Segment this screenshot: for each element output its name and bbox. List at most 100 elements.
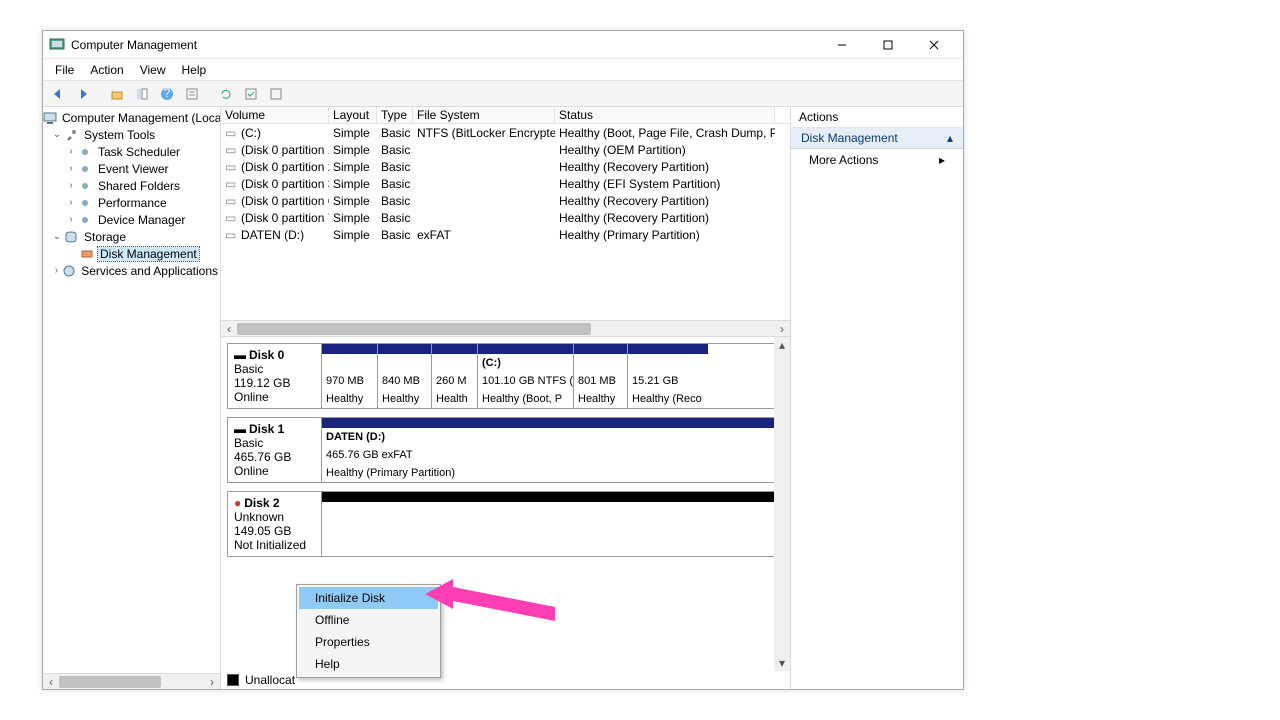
tree-services[interactable]: › Services and Applications <box>43 262 220 279</box>
menu-help[interactable]: Help <box>174 61 215 79</box>
scroll-track[interactable] <box>59 674 204 690</box>
volume-icon: ▭ <box>225 143 239 157</box>
volume-icon: ▭ <box>225 126 239 140</box>
partition[interactable]: 260 MHealth <box>432 344 478 408</box>
volume-type: Basic <box>377 160 413 174</box>
disk-1-info[interactable]: ▬Disk 1 Basic 465.76 GB Online <box>228 418 322 482</box>
scroll-right-icon[interactable]: › <box>204 674 220 690</box>
actions-more-actions[interactable]: More Actions ▸ <box>791 149 963 171</box>
tree-system-tools[interactable]: ⌄ System Tools <box>43 126 220 143</box>
toolbar-btn-a[interactable] <box>240 83 262 105</box>
refresh-button[interactable] <box>215 83 237 105</box>
tree-label: Shared Folders <box>96 179 182 193</box>
toolbar-btn-b[interactable] <box>265 83 287 105</box>
partition[interactable]: (C:)101.10 GB NTFS (Healthy (Boot, P <box>478 344 574 408</box>
scroll-right-icon[interactable]: › <box>774 321 790 337</box>
maximize-button[interactable] <box>865 31 911 59</box>
expand-icon[interactable]: › <box>65 146 77 157</box>
volume-row[interactable]: ▭(Disk 0 partition 2)SimpleBasicHealthy … <box>221 158 790 175</box>
col-type[interactable]: Type <box>377 107 413 123</box>
partition[interactable]: 840 MBHealthy <box>378 344 432 408</box>
disk-1[interactable]: ▬Disk 1 Basic 465.76 GB Online DATEN (D:… <box>227 417 784 483</box>
tree-label: Storage <box>82 230 128 244</box>
context-menu: Initialize Disk Offline Properties Help <box>296 584 441 678</box>
menu-file[interactable]: File <box>47 61 82 79</box>
tree-item[interactable]: › Shared Folders <box>43 177 220 194</box>
volume-name: (C:) <box>241 126 261 140</box>
volume-row[interactable]: ▭(Disk 0 partition 6)SimpleBasicHealthy … <box>221 192 790 209</box>
tree-label: Event Viewer <box>96 162 170 176</box>
tree-hscroll[interactable]: ‹ › <box>43 673 220 689</box>
tree-label: Device Manager <box>96 213 187 227</box>
disk-2-info[interactable]: ●Disk 2 Unknown 149.05 GB Not Initialize… <box>228 492 322 556</box>
disks-vscroll[interactable]: ▴ ▾ <box>774 337 790 671</box>
volume-layout: Simple <box>329 143 377 157</box>
volume-row[interactable]: ▭DATEN (D:)SimpleBasicexFATHealthy (Prim… <box>221 226 790 243</box>
properties-button[interactable] <box>181 83 203 105</box>
context-menu-help[interactable]: Help <box>299 653 438 675</box>
volume-layout: Simple <box>329 160 377 174</box>
disk-2[interactable]: ●Disk 2 Unknown 149.05 GB Not Initialize… <box>227 491 784 557</box>
warning-icon: ● <box>234 496 241 510</box>
col-status[interactable]: Status <box>555 107 775 123</box>
col-fs[interactable]: File System <box>413 107 555 123</box>
volume-row[interactable]: ▭(Disk 0 partition 7)SimpleBasicHealthy … <box>221 209 790 226</box>
minimize-button[interactable] <box>819 31 865 59</box>
scroll-down-icon[interactable]: ▾ <box>774 655 790 671</box>
help-button[interactable]: ? <box>156 83 178 105</box>
unallocated-region[interactable] <box>322 492 783 556</box>
expand-icon[interactable]: › <box>65 180 77 191</box>
context-menu-initialize-disk[interactable]: Initialize Disk <box>299 587 438 609</box>
partition[interactable]: 970 MBHealthy <box>322 344 378 408</box>
show-hide-tree-button[interactable] <box>131 83 153 105</box>
expand-icon[interactable]: › <box>65 197 77 208</box>
toolbar: ? <box>43 81 963 107</box>
back-button[interactable] <box>47 83 69 105</box>
volume-name: (Disk 0 partition 6) <box>241 194 329 208</box>
collapse-icon[interactable]: ⌄ <box>51 231 63 242</box>
partition-stripe <box>322 492 783 502</box>
partition-text <box>628 354 708 372</box>
actions-pane: Actions Disk Management ▴ More Actions ▸ <box>791 107 963 689</box>
disk-0-info[interactable]: ▬Disk 0 Basic 119.12 GB Online <box>228 344 322 408</box>
tree-item[interactable]: ›Performance <box>43 194 220 211</box>
tree-root[interactable]: Computer Management (Local) <box>43 109 220 126</box>
tree-storage[interactable]: ⌄ Storage <box>43 228 220 245</box>
menu-view[interactable]: View <box>132 61 174 79</box>
disk-type-label: Basic <box>234 362 315 376</box>
scroll-left-icon[interactable]: ‹ <box>43 674 59 690</box>
partition-text: Healthy (Reco <box>628 390 708 408</box>
disk-size-label: 119.12 GB <box>234 376 315 390</box>
volumes-hscroll[interactable]: ‹ › <box>221 320 790 336</box>
expand-icon[interactable]: › <box>65 214 77 225</box>
col-volume[interactable]: Volume <box>221 107 329 123</box>
disk-0[interactable]: ▬Disk 0 Basic 119.12 GB Online 970 MBHea… <box>227 343 784 409</box>
services-icon <box>62 263 76 279</box>
scroll-left-icon[interactable]: ‹ <box>221 321 237 337</box>
actions-section-disk-management[interactable]: Disk Management ▴ <box>791 128 963 149</box>
body: Computer Management (Local) ⌄ System Too… <box>43 107 963 689</box>
tree-disk-management[interactable]: Disk Management <box>43 245 220 262</box>
context-menu-offline[interactable]: Offline <box>299 609 438 631</box>
tree-item[interactable]: ›Task Scheduler <box>43 143 220 160</box>
volume-row[interactable]: ▭(C:)SimpleBasicNTFS (BitLocker Encrypte… <box>221 124 790 141</box>
expand-icon[interactable]: › <box>65 163 77 174</box>
close-button[interactable] <box>911 31 957 59</box>
partition-daten[interactable]: DATEN (D:) 465.76 GB exFAT Healthy (Prim… <box>322 418 783 482</box>
forward-button[interactable] <box>72 83 94 105</box>
context-menu-properties[interactable]: Properties <box>299 631 438 653</box>
scroll-up-icon[interactable]: ▴ <box>774 337 790 353</box>
partition[interactable]: 801 MBHealthy <box>574 344 628 408</box>
scroll-track[interactable] <box>237 321 774 337</box>
collapse-icon[interactable]: ⌄ <box>51 129 63 140</box>
menu-action[interactable]: Action <box>82 61 131 79</box>
partition[interactable]: 15.21 GBHealthy (Reco <box>628 344 708 408</box>
volume-row[interactable]: ▭(Disk 0 partition 1)SimpleBasicHealthy … <box>221 141 790 158</box>
tree-item[interactable]: › Event Viewer <box>43 160 220 177</box>
expand-icon[interactable]: › <box>51 265 62 276</box>
tree-item[interactable]: › Device Manager <box>43 211 220 228</box>
menubar: File Action View Help <box>43 59 963 81</box>
volume-row[interactable]: ▭(Disk 0 partition 3)SimpleBasicHealthy … <box>221 175 790 192</box>
up-button[interactable] <box>106 83 128 105</box>
col-layout[interactable]: Layout <box>329 107 377 123</box>
